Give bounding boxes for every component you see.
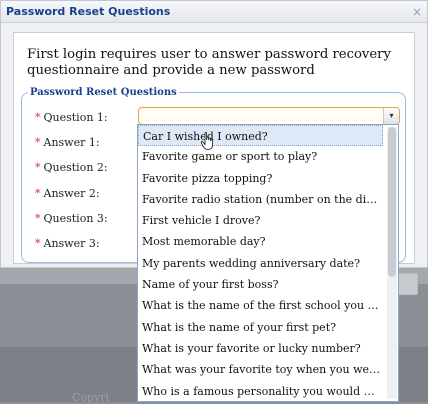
option-item[interactable]: First vehicle I drove?: [138, 210, 383, 231]
option-item[interactable]: Favorite game or sport to play?: [138, 146, 383, 167]
answer1-label: * Answer 1:: [35, 136, 100, 149]
question1-select[interactable]: ▾: [138, 107, 400, 125]
question-options-list[interactable]: Car I wished I owned? Favorite game or s…: [137, 124, 399, 402]
option-item[interactable]: My parents wedding anniversary date?: [138, 253, 383, 274]
option-item[interactable]: Who is a famous personality you would mo…: [138, 381, 383, 401]
option-item[interactable]: What is your favorite or lucky number?: [138, 338, 383, 359]
intro-text: First login requires user to answer pass…: [27, 47, 391, 78]
dialog-title: Password Reset Questions: [6, 5, 171, 18]
option-item[interactable]: What is the name of the first school you…: [138, 295, 383, 316]
question2-label: * Question 2:: [35, 161, 108, 174]
question1-label: * Question 1:: [35, 111, 108, 124]
required-mark: *: [35, 212, 41, 225]
answer3-label: * Answer 3:: [35, 237, 100, 250]
background-button: [398, 273, 418, 295]
option-item[interactable]: Most memorable day?: [138, 231, 383, 252]
answer2-label: * Answer 2:: [35, 187, 100, 200]
option-item[interactable]: Name of your first boss?: [138, 274, 383, 295]
option-item[interactable]: What was your favorite toy when you were…: [138, 359, 383, 380]
fieldset-legend: Password Reset Questions: [30, 87, 177, 98]
copyright-text: Copyri: [72, 391, 110, 404]
option-item[interactable]: What is the name of your first pet?: [138, 317, 383, 338]
required-mark: *: [35, 111, 41, 124]
option-item[interactable]: Favorite pizza topping?: [138, 168, 383, 189]
close-icon[interactable]: ×: [411, 6, 423, 18]
dialog-titlebar: Password Reset Questions: [1, 1, 427, 23]
chevron-down-icon[interactable]: ▾: [383, 108, 399, 124]
hand-cursor-icon: [200, 132, 213, 150]
dropdown-scrollbar[interactable]: [387, 127, 397, 399]
question3-label: * Question 3:: [35, 212, 108, 225]
option-item[interactable]: Car I wished I owned?: [138, 125, 383, 147]
scrollbar-thumb[interactable]: [388, 127, 396, 277]
required-mark: *: [35, 161, 41, 174]
required-mark: *: [35, 237, 41, 250]
required-mark: *: [35, 187, 41, 200]
required-mark: *: [35, 136, 41, 149]
option-item[interactable]: Favorite radio station (number on the di…: [138, 189, 383, 210]
